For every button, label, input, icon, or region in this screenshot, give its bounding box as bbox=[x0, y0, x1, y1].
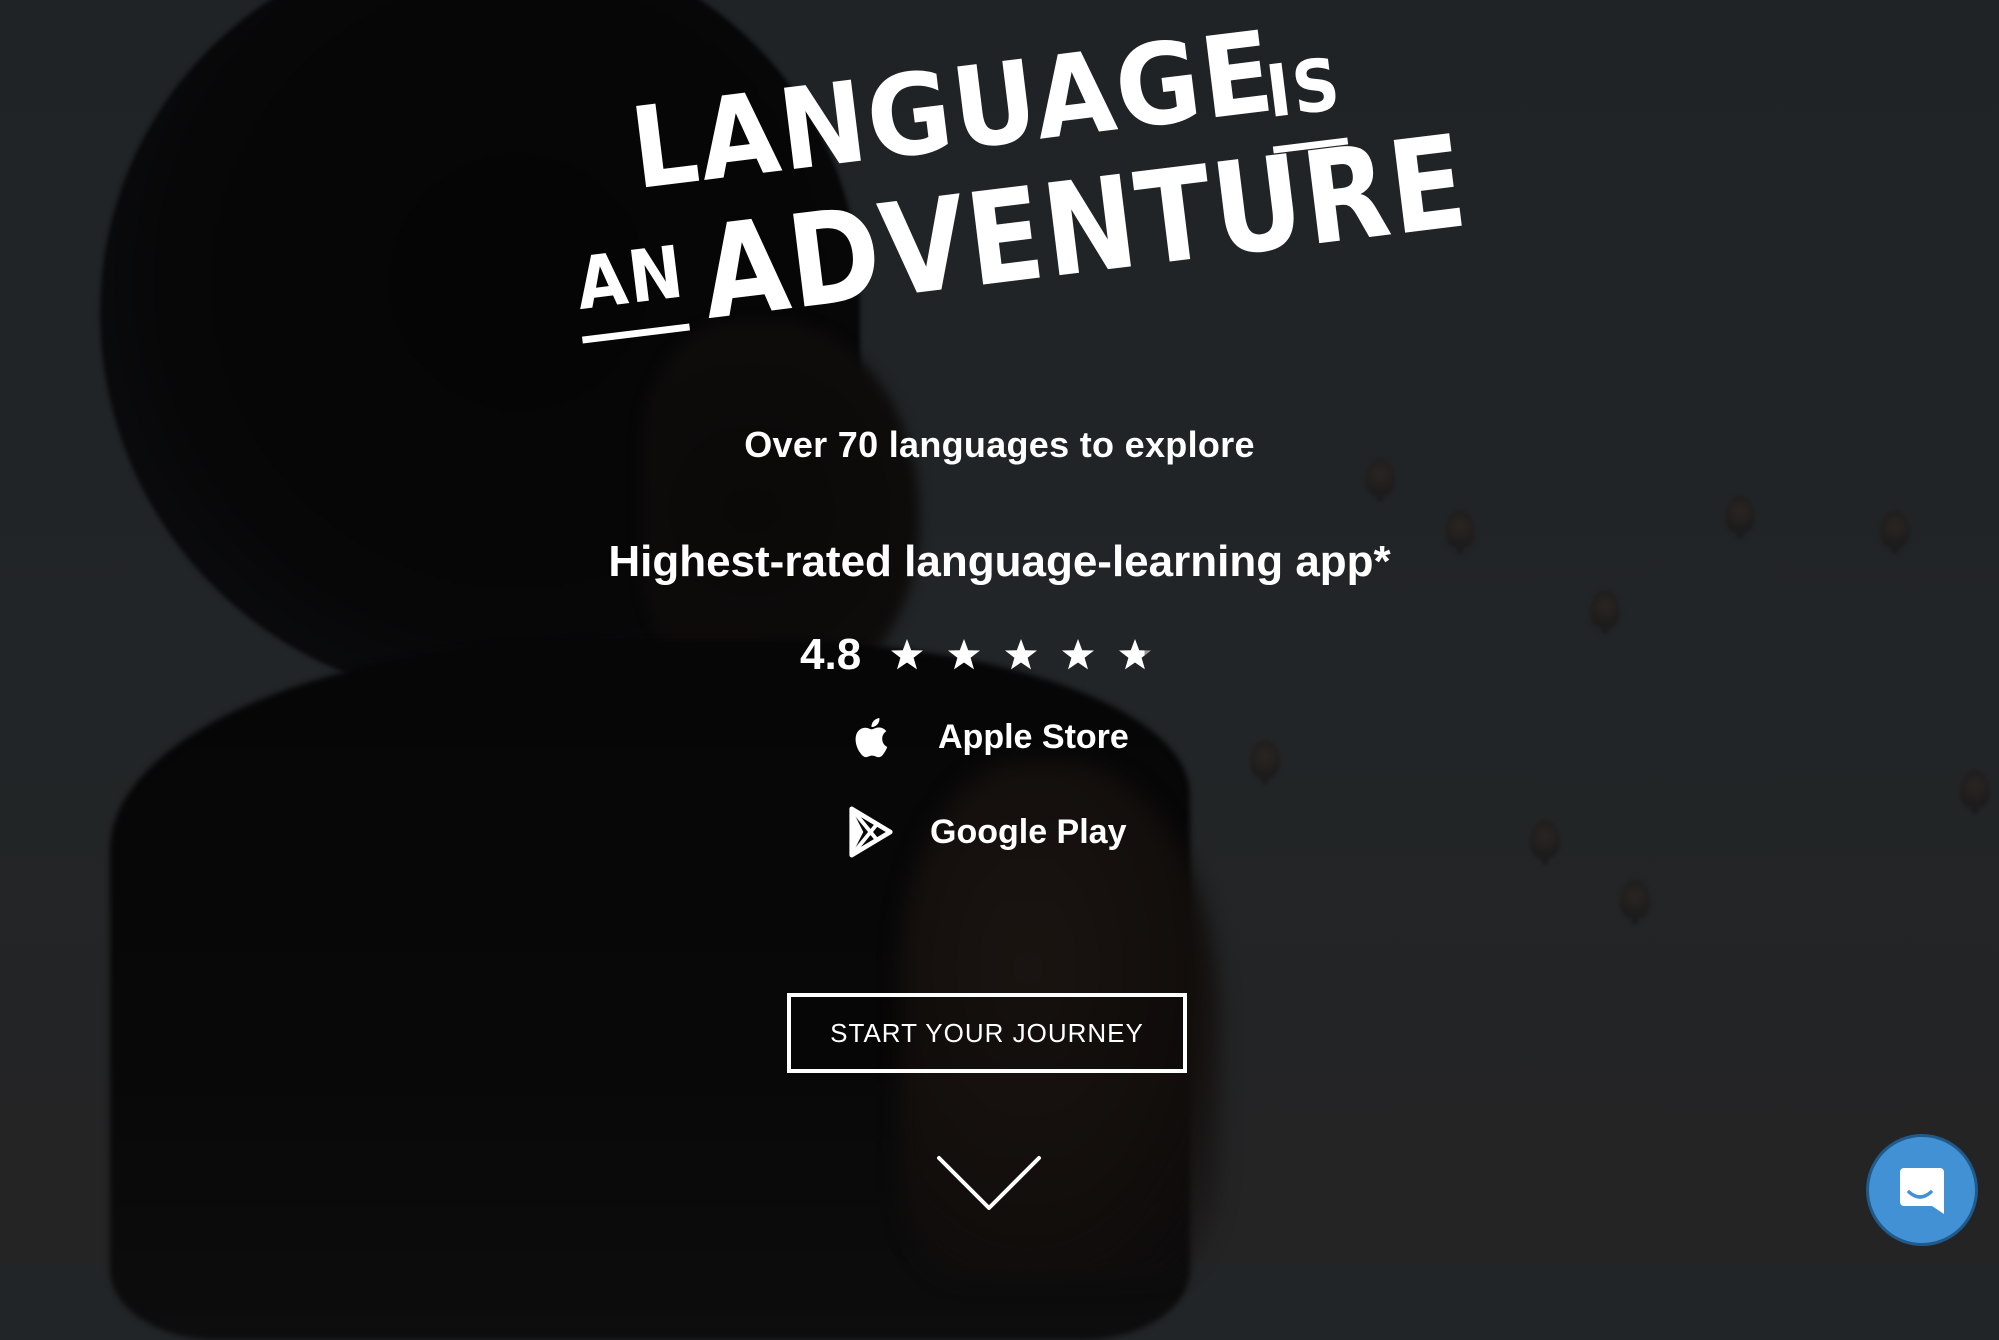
chat-smile-icon bbox=[1900, 1168, 1944, 1214]
google-play-label: Google Play bbox=[930, 812, 1127, 851]
chat-widget-button[interactable] bbox=[1866, 1134, 1978, 1246]
apple-store-label: Apple Store bbox=[938, 717, 1129, 756]
background-balloon bbox=[1960, 770, 1990, 814]
background-balloon bbox=[1250, 740, 1280, 784]
star-rating bbox=[889, 637, 1153, 673]
background-balloon bbox=[1530, 820, 1560, 864]
apple-store-link[interactable]: Apple Store bbox=[852, 712, 1129, 762]
star-icon bbox=[1119, 639, 1152, 670]
headline-word-is: IS bbox=[1261, 41, 1346, 134]
apple-icon bbox=[855, 718, 888, 758]
rating-headline: Highest-rated language-learning app* bbox=[608, 537, 1391, 586]
star-icon bbox=[1005, 639, 1038, 670]
start-journey-button[interactable]: START YOUR JOURNEY bbox=[787, 993, 1187, 1073]
chevron-down-icon[interactable] bbox=[935, 1152, 1043, 1214]
google-play-link[interactable]: Google Play bbox=[845, 805, 1127, 859]
star-icon bbox=[948, 639, 981, 670]
google-play-icon bbox=[849, 806, 893, 858]
background-balloon bbox=[1620, 880, 1650, 924]
hero-headline: LANGUAGE IS AN ADVENTURE bbox=[560, 7, 1476, 350]
background-balloon bbox=[1590, 590, 1620, 634]
background-balloon bbox=[1725, 495, 1755, 539]
star-icon bbox=[891, 639, 924, 670]
headline-underline-an bbox=[581, 323, 691, 344]
rating-value: 4.8 bbox=[800, 630, 862, 679]
headline-word-an: AN bbox=[571, 229, 690, 326]
hero-tagline: Over 70 languages to explore bbox=[744, 424, 1255, 465]
star-icon bbox=[1062, 639, 1095, 670]
rating-row: 4.8 bbox=[800, 625, 1200, 685]
